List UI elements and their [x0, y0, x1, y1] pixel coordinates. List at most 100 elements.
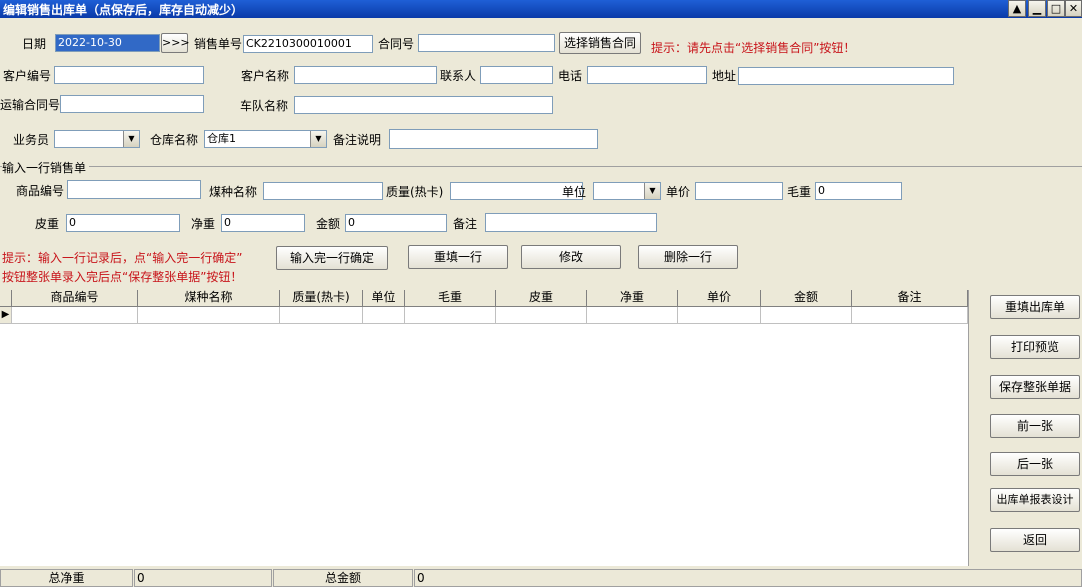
gross-weight-label: 毛重	[787, 185, 812, 199]
fleet-name-label: 车队名称	[240, 99, 289, 113]
date-field[interactable]: 2022-10-30	[55, 34, 160, 52]
total-net-label: 总净重	[0, 569, 133, 587]
salesman-select[interactable]: ▼	[54, 130, 140, 148]
table-cell[interactable]	[496, 307, 587, 324]
delete-row-button[interactable]: 删除一行	[638, 245, 738, 269]
customer-code-label: 客户编号	[3, 69, 52, 83]
transport-contract-label: 运输合同号	[0, 98, 61, 112]
entry-hint-line1: 提示：输入一行记录后，点“输入完一行确定”	[2, 251, 243, 265]
address-label: 地址	[712, 69, 737, 83]
tare-weight-field[interactable]: 0	[66, 214, 180, 232]
column-header-gross[interactable]: 毛重	[405, 290, 496, 307]
entry-hint-line2: 按钮整张单录入完后点“保存整张单据”按钮！	[2, 270, 243, 284]
remark-field[interactable]	[389, 129, 598, 149]
minimize-icon[interactable]: ▁	[1028, 0, 1046, 17]
table-cell[interactable]	[678, 307, 761, 324]
contract-no-label: 合同号	[378, 37, 415, 51]
order-no-field[interactable]: CK2210300010001	[243, 35, 373, 53]
contact-field[interactable]	[480, 66, 553, 84]
grid-corner-header	[0, 290, 12, 307]
product-code-label: 商品编号	[16, 184, 65, 198]
date-label: 日期	[22, 37, 47, 51]
column-header-tare[interactable]: 皮重	[496, 290, 587, 307]
table-cell[interactable]	[12, 307, 138, 324]
note-field[interactable]	[485, 213, 657, 232]
contract-hint: 提示：请先点击“选择销售合同”按钮！	[651, 41, 856, 55]
report-design-button[interactable]: 出库单报表设计	[990, 488, 1080, 512]
table-cell[interactable]	[280, 307, 363, 324]
next-record-button[interactable]: 后一张	[990, 452, 1080, 476]
order-no-label: 销售单号	[194, 37, 243, 51]
title-bar: 编辑销售出库单（点保存后，库存自动减少） ▲ ▁ □ ✕	[0, 0, 1082, 18]
net-weight-label: 净重	[191, 217, 216, 231]
table-cell[interactable]	[363, 307, 405, 324]
column-header-unit[interactable]: 单位	[363, 290, 405, 307]
print-preview-button[interactable]: 打印预览	[990, 335, 1080, 359]
restore-icon[interactable]: ▲	[1008, 0, 1026, 17]
date-picker-button[interactable]: >>>	[161, 33, 190, 53]
coal-name-label: 煤种名称	[209, 185, 258, 199]
phone-field[interactable]	[587, 66, 707, 84]
back-button[interactable]: 返回	[990, 528, 1080, 552]
close-icon[interactable]: ✕	[1065, 0, 1082, 17]
order-lines-grid[interactable]: 商品编号 煤种名称 质量(热卡) 单位 毛重 皮重 净重 单价 金额 备注 ▶	[0, 290, 969, 566]
net-weight-field[interactable]: 0	[221, 214, 305, 232]
maximize-icon[interactable]: □	[1047, 0, 1065, 17]
contract-no-field[interactable]	[418, 34, 555, 52]
unit-select[interactable]: ▼	[593, 182, 661, 200]
warehouse-label: 仓库名称	[150, 133, 199, 147]
column-header-net[interactable]: 净重	[587, 290, 678, 307]
phone-label: 电话	[558, 69, 583, 83]
save-all-button[interactable]: 保存整张单据	[990, 375, 1080, 399]
unit-label: 单位	[562, 185, 587, 199]
table-cell[interactable]	[138, 307, 280, 324]
section-divider	[0, 166, 1082, 167]
quality-label: 质量(热卡)	[386, 185, 444, 199]
chevron-down-icon[interactable]: ▼	[123, 131, 139, 147]
window-title: 编辑销售出库单（点保存后，库存自动减少）	[3, 3, 244, 17]
chevron-down-icon[interactable]: ▼	[310, 131, 326, 147]
amount-field[interactable]: 0	[345, 214, 447, 232]
amount-label: 金额	[316, 217, 341, 231]
line-entry-section-label: 输入一行销售单	[2, 161, 90, 175]
prev-record-button[interactable]: 前一张	[990, 414, 1080, 438]
column-header-coal-name[interactable]: 煤种名称	[138, 290, 280, 307]
row-indicator-icon[interactable]: ▶	[0, 307, 12, 324]
price-label: 单价	[666, 185, 691, 199]
refill-row-button[interactable]: 重填一行	[408, 245, 508, 269]
modify-row-button[interactable]: 修改	[521, 245, 621, 269]
address-field[interactable]	[738, 67, 954, 85]
salesman-label: 业务员	[13, 133, 50, 147]
product-code-field[interactable]	[67, 180, 201, 199]
column-header-note[interactable]: 备注	[852, 290, 968, 307]
chevron-down-icon[interactable]: ▼	[644, 183, 660, 199]
total-amount-label: 总金额	[273, 569, 413, 587]
column-header-quality[interactable]: 质量(热卡)	[280, 290, 363, 307]
transport-contract-field[interactable]	[60, 95, 204, 113]
remark-label: 备注说明	[333, 133, 382, 147]
total-amount-value: 0	[414, 569, 1082, 587]
fleet-name-field[interactable]	[294, 96, 553, 114]
contact-label: 联系人	[440, 69, 477, 83]
total-net-value: 0	[134, 569, 272, 587]
tare-weight-label: 皮重	[35, 217, 60, 231]
warehouse-value: 仓库1	[207, 132, 236, 145]
table-cell[interactable]	[405, 307, 496, 324]
table-cell[interactable]	[852, 307, 968, 324]
confirm-row-button[interactable]: 输入完一行确定	[276, 246, 388, 270]
customer-name-field[interactable]	[294, 66, 437, 84]
table-cell[interactable]	[587, 307, 678, 324]
warehouse-select[interactable]: 仓库1 ▼	[204, 130, 327, 148]
customer-name-label: 客户名称	[241, 69, 290, 83]
refill-order-button[interactable]: 重填出库单	[990, 295, 1080, 319]
column-header-amount[interactable]: 金额	[761, 290, 852, 307]
table-cell[interactable]	[761, 307, 852, 324]
price-field[interactable]	[695, 182, 783, 200]
coal-name-field[interactable]	[263, 182, 383, 200]
select-contract-button[interactable]: 选择销售合同	[559, 32, 641, 54]
gross-weight-field[interactable]: 0	[815, 182, 902, 200]
customer-code-field[interactable]	[54, 66, 204, 84]
column-header-product-code[interactable]: 商品编号	[12, 290, 138, 307]
column-header-price[interactable]: 单价	[678, 290, 761, 307]
note-label: 备注	[453, 217, 478, 231]
